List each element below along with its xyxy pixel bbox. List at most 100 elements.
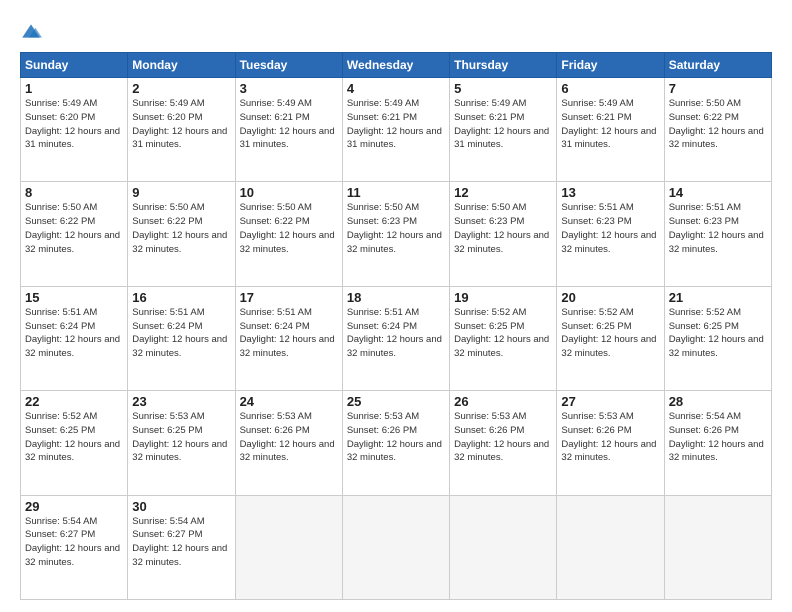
empty-cell xyxy=(450,495,557,599)
day-cell-30: 30Sunrise: 5:54 AMSunset: 6:27 PMDayligh… xyxy=(128,495,235,599)
empty-cell xyxy=(235,495,342,599)
day-info: Sunrise: 5:50 AMSunset: 6:23 PMDaylight:… xyxy=(454,201,552,256)
day-number: 1 xyxy=(25,81,123,96)
empty-cell xyxy=(557,495,664,599)
day-info: Sunrise: 5:52 AMSunset: 6:25 PMDaylight:… xyxy=(669,306,767,361)
day-number: 18 xyxy=(347,290,445,305)
header-saturday: Saturday xyxy=(664,53,771,78)
day-number: 4 xyxy=(347,81,445,96)
header-friday: Friday xyxy=(557,53,664,78)
header-wednesday: Wednesday xyxy=(342,53,449,78)
day-info: Sunrise: 5:49 AMSunset: 6:21 PMDaylight:… xyxy=(240,97,338,152)
day-info: Sunrise: 5:51 AMSunset: 6:23 PMDaylight:… xyxy=(561,201,659,256)
day-info: Sunrise: 5:49 AMSunset: 6:21 PMDaylight:… xyxy=(454,97,552,152)
day-number: 12 xyxy=(454,185,552,200)
header-sunday: Sunday xyxy=(21,53,128,78)
day-cell-28: 28Sunrise: 5:54 AMSunset: 6:26 PMDayligh… xyxy=(664,391,771,495)
day-info: Sunrise: 5:54 AMSunset: 6:27 PMDaylight:… xyxy=(25,515,123,570)
day-info: Sunrise: 5:52 AMSunset: 6:25 PMDaylight:… xyxy=(454,306,552,361)
day-cell-8: 8Sunrise: 5:50 AMSunset: 6:22 PMDaylight… xyxy=(21,182,128,286)
day-number: 21 xyxy=(669,290,767,305)
day-cell-20: 20Sunrise: 5:52 AMSunset: 6:25 PMDayligh… xyxy=(557,286,664,390)
day-cell-15: 15Sunrise: 5:51 AMSunset: 6:24 PMDayligh… xyxy=(21,286,128,390)
header-tuesday: Tuesday xyxy=(235,53,342,78)
day-number: 7 xyxy=(669,81,767,96)
week-row-3: 22Sunrise: 5:52 AMSunset: 6:25 PMDayligh… xyxy=(21,391,772,495)
day-info: Sunrise: 5:51 AMSunset: 6:24 PMDaylight:… xyxy=(240,306,338,361)
day-cell-21: 21Sunrise: 5:52 AMSunset: 6:25 PMDayligh… xyxy=(664,286,771,390)
day-cell-9: 9Sunrise: 5:50 AMSunset: 6:22 PMDaylight… xyxy=(128,182,235,286)
day-number: 27 xyxy=(561,394,659,409)
day-cell-26: 26Sunrise: 5:53 AMSunset: 6:26 PMDayligh… xyxy=(450,391,557,495)
week-row-2: 15Sunrise: 5:51 AMSunset: 6:24 PMDayligh… xyxy=(21,286,772,390)
day-number: 2 xyxy=(132,81,230,96)
day-cell-16: 16Sunrise: 5:51 AMSunset: 6:24 PMDayligh… xyxy=(128,286,235,390)
day-cell-18: 18Sunrise: 5:51 AMSunset: 6:24 PMDayligh… xyxy=(342,286,449,390)
day-info: Sunrise: 5:51 AMSunset: 6:24 PMDaylight:… xyxy=(25,306,123,361)
day-cell-11: 11Sunrise: 5:50 AMSunset: 6:23 PMDayligh… xyxy=(342,182,449,286)
day-info: Sunrise: 5:52 AMSunset: 6:25 PMDaylight:… xyxy=(25,410,123,465)
day-info: Sunrise: 5:53 AMSunset: 6:26 PMDaylight:… xyxy=(347,410,445,465)
day-cell-25: 25Sunrise: 5:53 AMSunset: 6:26 PMDayligh… xyxy=(342,391,449,495)
calendar-table: SundayMondayTuesdayWednesdayThursdayFrid… xyxy=(20,52,772,600)
page: SundayMondayTuesdayWednesdayThursdayFrid… xyxy=(0,0,792,612)
day-number: 26 xyxy=(454,394,552,409)
day-number: 28 xyxy=(669,394,767,409)
day-cell-19: 19Sunrise: 5:52 AMSunset: 6:25 PMDayligh… xyxy=(450,286,557,390)
day-cell-29: 29Sunrise: 5:54 AMSunset: 6:27 PMDayligh… xyxy=(21,495,128,599)
logo-icon xyxy=(20,20,42,42)
day-cell-23: 23Sunrise: 5:53 AMSunset: 6:25 PMDayligh… xyxy=(128,391,235,495)
empty-cell xyxy=(342,495,449,599)
day-info: Sunrise: 5:53 AMSunset: 6:26 PMDaylight:… xyxy=(454,410,552,465)
day-info: Sunrise: 5:49 AMSunset: 6:21 PMDaylight:… xyxy=(347,97,445,152)
day-info: Sunrise: 5:50 AMSunset: 6:22 PMDaylight:… xyxy=(132,201,230,256)
day-cell-12: 12Sunrise: 5:50 AMSunset: 6:23 PMDayligh… xyxy=(450,182,557,286)
week-row-0: 1Sunrise: 5:49 AMSunset: 6:20 PMDaylight… xyxy=(21,78,772,182)
day-info: Sunrise: 5:50 AMSunset: 6:22 PMDaylight:… xyxy=(240,201,338,256)
day-cell-1: 1Sunrise: 5:49 AMSunset: 6:20 PMDaylight… xyxy=(21,78,128,182)
day-number: 6 xyxy=(561,81,659,96)
day-cell-24: 24Sunrise: 5:53 AMSunset: 6:26 PMDayligh… xyxy=(235,391,342,495)
day-cell-14: 14Sunrise: 5:51 AMSunset: 6:23 PMDayligh… xyxy=(664,182,771,286)
day-cell-10: 10Sunrise: 5:50 AMSunset: 6:22 PMDayligh… xyxy=(235,182,342,286)
day-info: Sunrise: 5:49 AMSunset: 6:20 PMDaylight:… xyxy=(25,97,123,152)
day-number: 29 xyxy=(25,499,123,514)
day-info: Sunrise: 5:54 AMSunset: 6:26 PMDaylight:… xyxy=(669,410,767,465)
day-number: 5 xyxy=(454,81,552,96)
day-number: 23 xyxy=(132,394,230,409)
day-cell-2: 2Sunrise: 5:49 AMSunset: 6:20 PMDaylight… xyxy=(128,78,235,182)
day-cell-7: 7Sunrise: 5:50 AMSunset: 6:22 PMDaylight… xyxy=(664,78,771,182)
day-cell-3: 3Sunrise: 5:49 AMSunset: 6:21 PMDaylight… xyxy=(235,78,342,182)
day-cell-17: 17Sunrise: 5:51 AMSunset: 6:24 PMDayligh… xyxy=(235,286,342,390)
day-number: 8 xyxy=(25,185,123,200)
logo xyxy=(20,18,44,42)
day-info: Sunrise: 5:50 AMSunset: 6:22 PMDaylight:… xyxy=(669,97,767,152)
day-info: Sunrise: 5:51 AMSunset: 6:24 PMDaylight:… xyxy=(132,306,230,361)
day-cell-13: 13Sunrise: 5:51 AMSunset: 6:23 PMDayligh… xyxy=(557,182,664,286)
day-number: 25 xyxy=(347,394,445,409)
empty-cell xyxy=(664,495,771,599)
day-number: 14 xyxy=(669,185,767,200)
day-number: 30 xyxy=(132,499,230,514)
day-info: Sunrise: 5:49 AMSunset: 6:20 PMDaylight:… xyxy=(132,97,230,152)
week-row-4: 29Sunrise: 5:54 AMSunset: 6:27 PMDayligh… xyxy=(21,495,772,599)
day-number: 19 xyxy=(454,290,552,305)
day-info: Sunrise: 5:52 AMSunset: 6:25 PMDaylight:… xyxy=(561,306,659,361)
day-info: Sunrise: 5:51 AMSunset: 6:24 PMDaylight:… xyxy=(347,306,445,361)
day-info: Sunrise: 5:51 AMSunset: 6:23 PMDaylight:… xyxy=(669,201,767,256)
day-info: Sunrise: 5:53 AMSunset: 6:26 PMDaylight:… xyxy=(240,410,338,465)
day-number: 3 xyxy=(240,81,338,96)
day-cell-27: 27Sunrise: 5:53 AMSunset: 6:26 PMDayligh… xyxy=(557,391,664,495)
day-number: 11 xyxy=(347,185,445,200)
day-number: 16 xyxy=(132,290,230,305)
day-info: Sunrise: 5:50 AMSunset: 6:22 PMDaylight:… xyxy=(25,201,123,256)
day-info: Sunrise: 5:49 AMSunset: 6:21 PMDaylight:… xyxy=(561,97,659,152)
day-info: Sunrise: 5:53 AMSunset: 6:25 PMDaylight:… xyxy=(132,410,230,465)
day-cell-4: 4Sunrise: 5:49 AMSunset: 6:21 PMDaylight… xyxy=(342,78,449,182)
day-number: 22 xyxy=(25,394,123,409)
day-number: 13 xyxy=(561,185,659,200)
day-number: 20 xyxy=(561,290,659,305)
day-cell-5: 5Sunrise: 5:49 AMSunset: 6:21 PMDaylight… xyxy=(450,78,557,182)
day-number: 17 xyxy=(240,290,338,305)
day-info: Sunrise: 5:53 AMSunset: 6:26 PMDaylight:… xyxy=(561,410,659,465)
